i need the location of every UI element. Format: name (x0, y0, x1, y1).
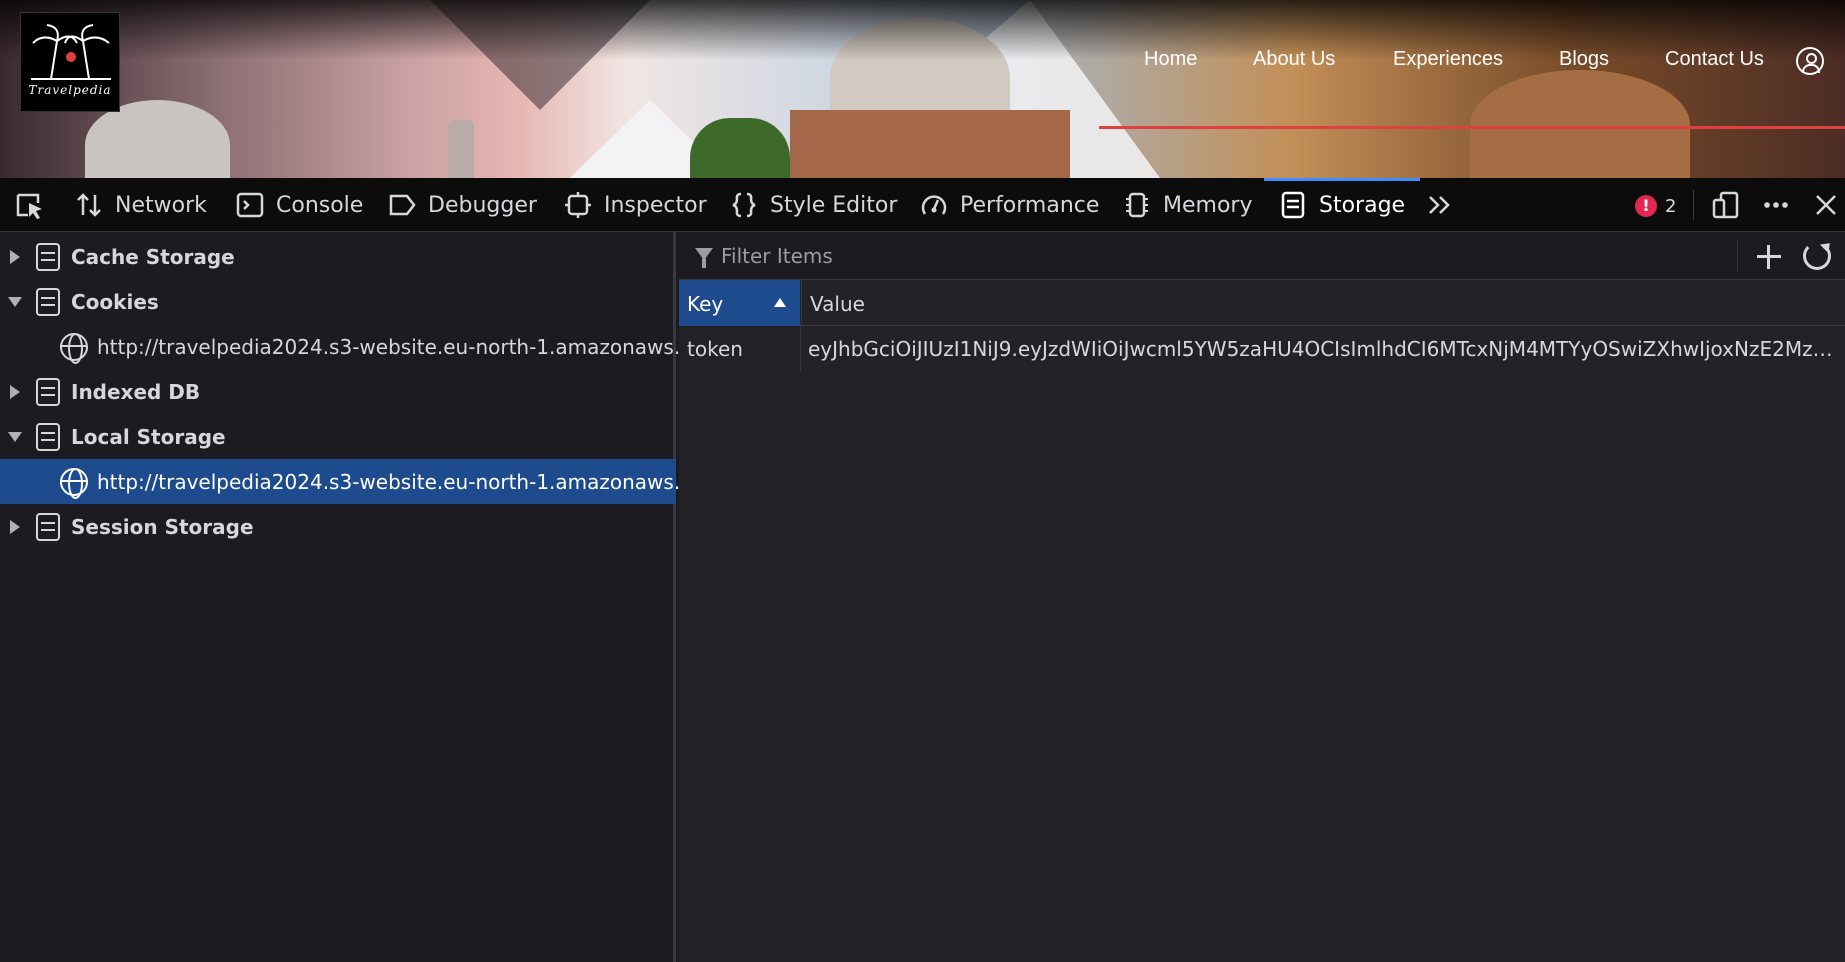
tab-style-editor[interactable]: Style Editor (730, 178, 897, 232)
filter-divider (1737, 240, 1738, 272)
column-header-value-label: Value (810, 292, 865, 316)
responsive-design-icon[interactable] (1711, 190, 1741, 220)
row-key: token (687, 337, 743, 361)
column-header-value[interactable]: Value (801, 280, 1845, 326)
tab-style-editor-label: Style Editor (770, 192, 898, 218)
filter-input[interactable]: Filter Items (721, 244, 833, 268)
nav-underline (1099, 126, 1845, 129)
user-circle-icon[interactable] (1796, 47, 1824, 75)
tree-item-cookies-origin[interactable]: http://travelpedia2024.s3-website.eu-nor… (0, 324, 723, 369)
tab-debugger[interactable]: Debugger (388, 178, 537, 232)
chevron-right-icon[interactable] (10, 520, 20, 534)
tree-item-local-storage[interactable]: Local Storage (0, 414, 676, 459)
error-count: 2 (1665, 195, 1677, 217)
sort-ascending-icon (774, 298, 786, 307)
tree-image (690, 118, 790, 178)
refresh-icon[interactable] (1803, 242, 1831, 270)
tree-item-label: Local Storage (71, 424, 226, 449)
storage-icon (36, 243, 60, 271)
column-header-key[interactable]: Key (679, 280, 800, 326)
storage-icon (36, 423, 60, 451)
globe-icon (60, 333, 88, 364)
tree-item-cookies[interactable]: Cookies (0, 279, 676, 324)
palm-trees-icon (31, 24, 111, 80)
memory-icon (1126, 192, 1148, 218)
website-banner: Travelpedia Home About Us Experiences Bl… (0, 0, 1845, 178)
filter-bar: Filter Items (679, 232, 1845, 280)
error-count-badge[interactable]: ! 2 (1635, 192, 1676, 220)
row-value: eyJhbGciOiJIUzI1NiJ9.eyJzdWIiOiJwcml5YW5… (808, 337, 1836, 361)
tab-performance[interactable]: Performance (920, 178, 1099, 232)
tab-inspector[interactable]: Inspector (564, 178, 707, 232)
tab-storage-label: Storage (1319, 192, 1406, 218)
debugger-icon (389, 194, 416, 216)
chevron-down-icon[interactable] (8, 432, 22, 442)
tab-console[interactable]: Console (236, 178, 363, 232)
tab-inspector-label: Inspector (604, 192, 707, 218)
table-header: Key Value (679, 280, 1845, 326)
tree-item-label: Cookies (71, 289, 159, 314)
nav-contact-us[interactable]: Contact Us (1665, 48, 1764, 71)
humayun-tomb-dome-image (1470, 70, 1690, 178)
tree-item-url: http://travelpedia2024.s3-website.eu-nor… (97, 334, 723, 359)
tab-network-label: Network (115, 192, 207, 218)
more-options-icon[interactable] (1761, 190, 1791, 220)
column-divider (800, 327, 801, 371)
globe-icon (60, 468, 88, 499)
performance-icon (921, 195, 947, 215)
nav-about-us[interactable]: About Us (1253, 48, 1335, 71)
tree-item-cache-storage[interactable]: Cache Storage (0, 234, 676, 279)
storage-icon (36, 288, 60, 316)
nav-blogs[interactable]: Blogs (1559, 48, 1609, 71)
tree-item-url: http://travelpedia2024.s3-website.eu-nor… (97, 469, 723, 494)
storage-icon (36, 378, 60, 406)
storage-table-pane: Filter Items Key Value token eyJhbGciOiJ… (679, 232, 1845, 962)
tab-debugger-label: Debugger (428, 192, 537, 218)
tab-storage[interactable]: Storage (1263, 178, 1421, 232)
tree-item-session-storage[interactable]: Session Storage (0, 504, 676, 549)
element-picker-button[interactable] (14, 178, 46, 232)
nav-experiences[interactable]: Experiences (1393, 48, 1503, 71)
chevron-right-icon[interactable] (10, 385, 20, 399)
console-icon (236, 192, 264, 218)
style-editor-icon (732, 192, 756, 218)
chevron-down-icon[interactable] (8, 297, 22, 307)
tree-item-label: Indexed DB (71, 379, 201, 404)
travelpedia-logo[interactable]: Travelpedia (20, 12, 120, 112)
tomb-building-image (790, 110, 1070, 178)
element-picker-icon (16, 193, 42, 219)
chevron-right-icon[interactable] (10, 250, 20, 264)
tree-item-local-storage-origin[interactable]: http://travelpedia2024.s3-website.eu-nor… (0, 459, 723, 504)
column-header-key-label: Key (687, 292, 724, 316)
close-icon[interactable] (1811, 190, 1841, 220)
tab-memory-label: Memory (1163, 192, 1253, 218)
filter-icon (695, 248, 713, 268)
error-icon: ! (1635, 195, 1657, 217)
inspector-icon (565, 192, 591, 218)
storage-tree: Cache Storage Cookies http://travelpedia… (0, 232, 723, 962)
tab-memory[interactable]: Memory (1123, 178, 1252, 232)
tab-performance-label: Performance (960, 192, 1100, 218)
tab-network[interactable]: Network (75, 178, 207, 232)
tab-console-label: Console (276, 192, 364, 218)
tree-item-indexed-db[interactable]: Indexed DB (0, 369, 676, 414)
logo-text: Travelpedia (28, 83, 112, 97)
tree-item-label: Session Storage (71, 514, 254, 539)
more-tabs-chevron-icon[interactable] (1425, 190, 1455, 220)
nav-home[interactable]: Home (1144, 48, 1197, 71)
toolbar-divider (1693, 190, 1694, 220)
table-row[interactable]: token eyJhbGciOiJIUzI1NiJ9.eyJzdWIiOiJwc… (679, 327, 1845, 371)
devtools-toolbar: Network Console Debugger Inspector Style… (0, 178, 1845, 232)
add-item-icon[interactable] (1753, 240, 1785, 272)
tree-item-label: Cache Storage (71, 244, 235, 269)
network-icon (77, 193, 101, 217)
storage-icon (36, 513, 60, 541)
storage-icon (1281, 191, 1305, 219)
